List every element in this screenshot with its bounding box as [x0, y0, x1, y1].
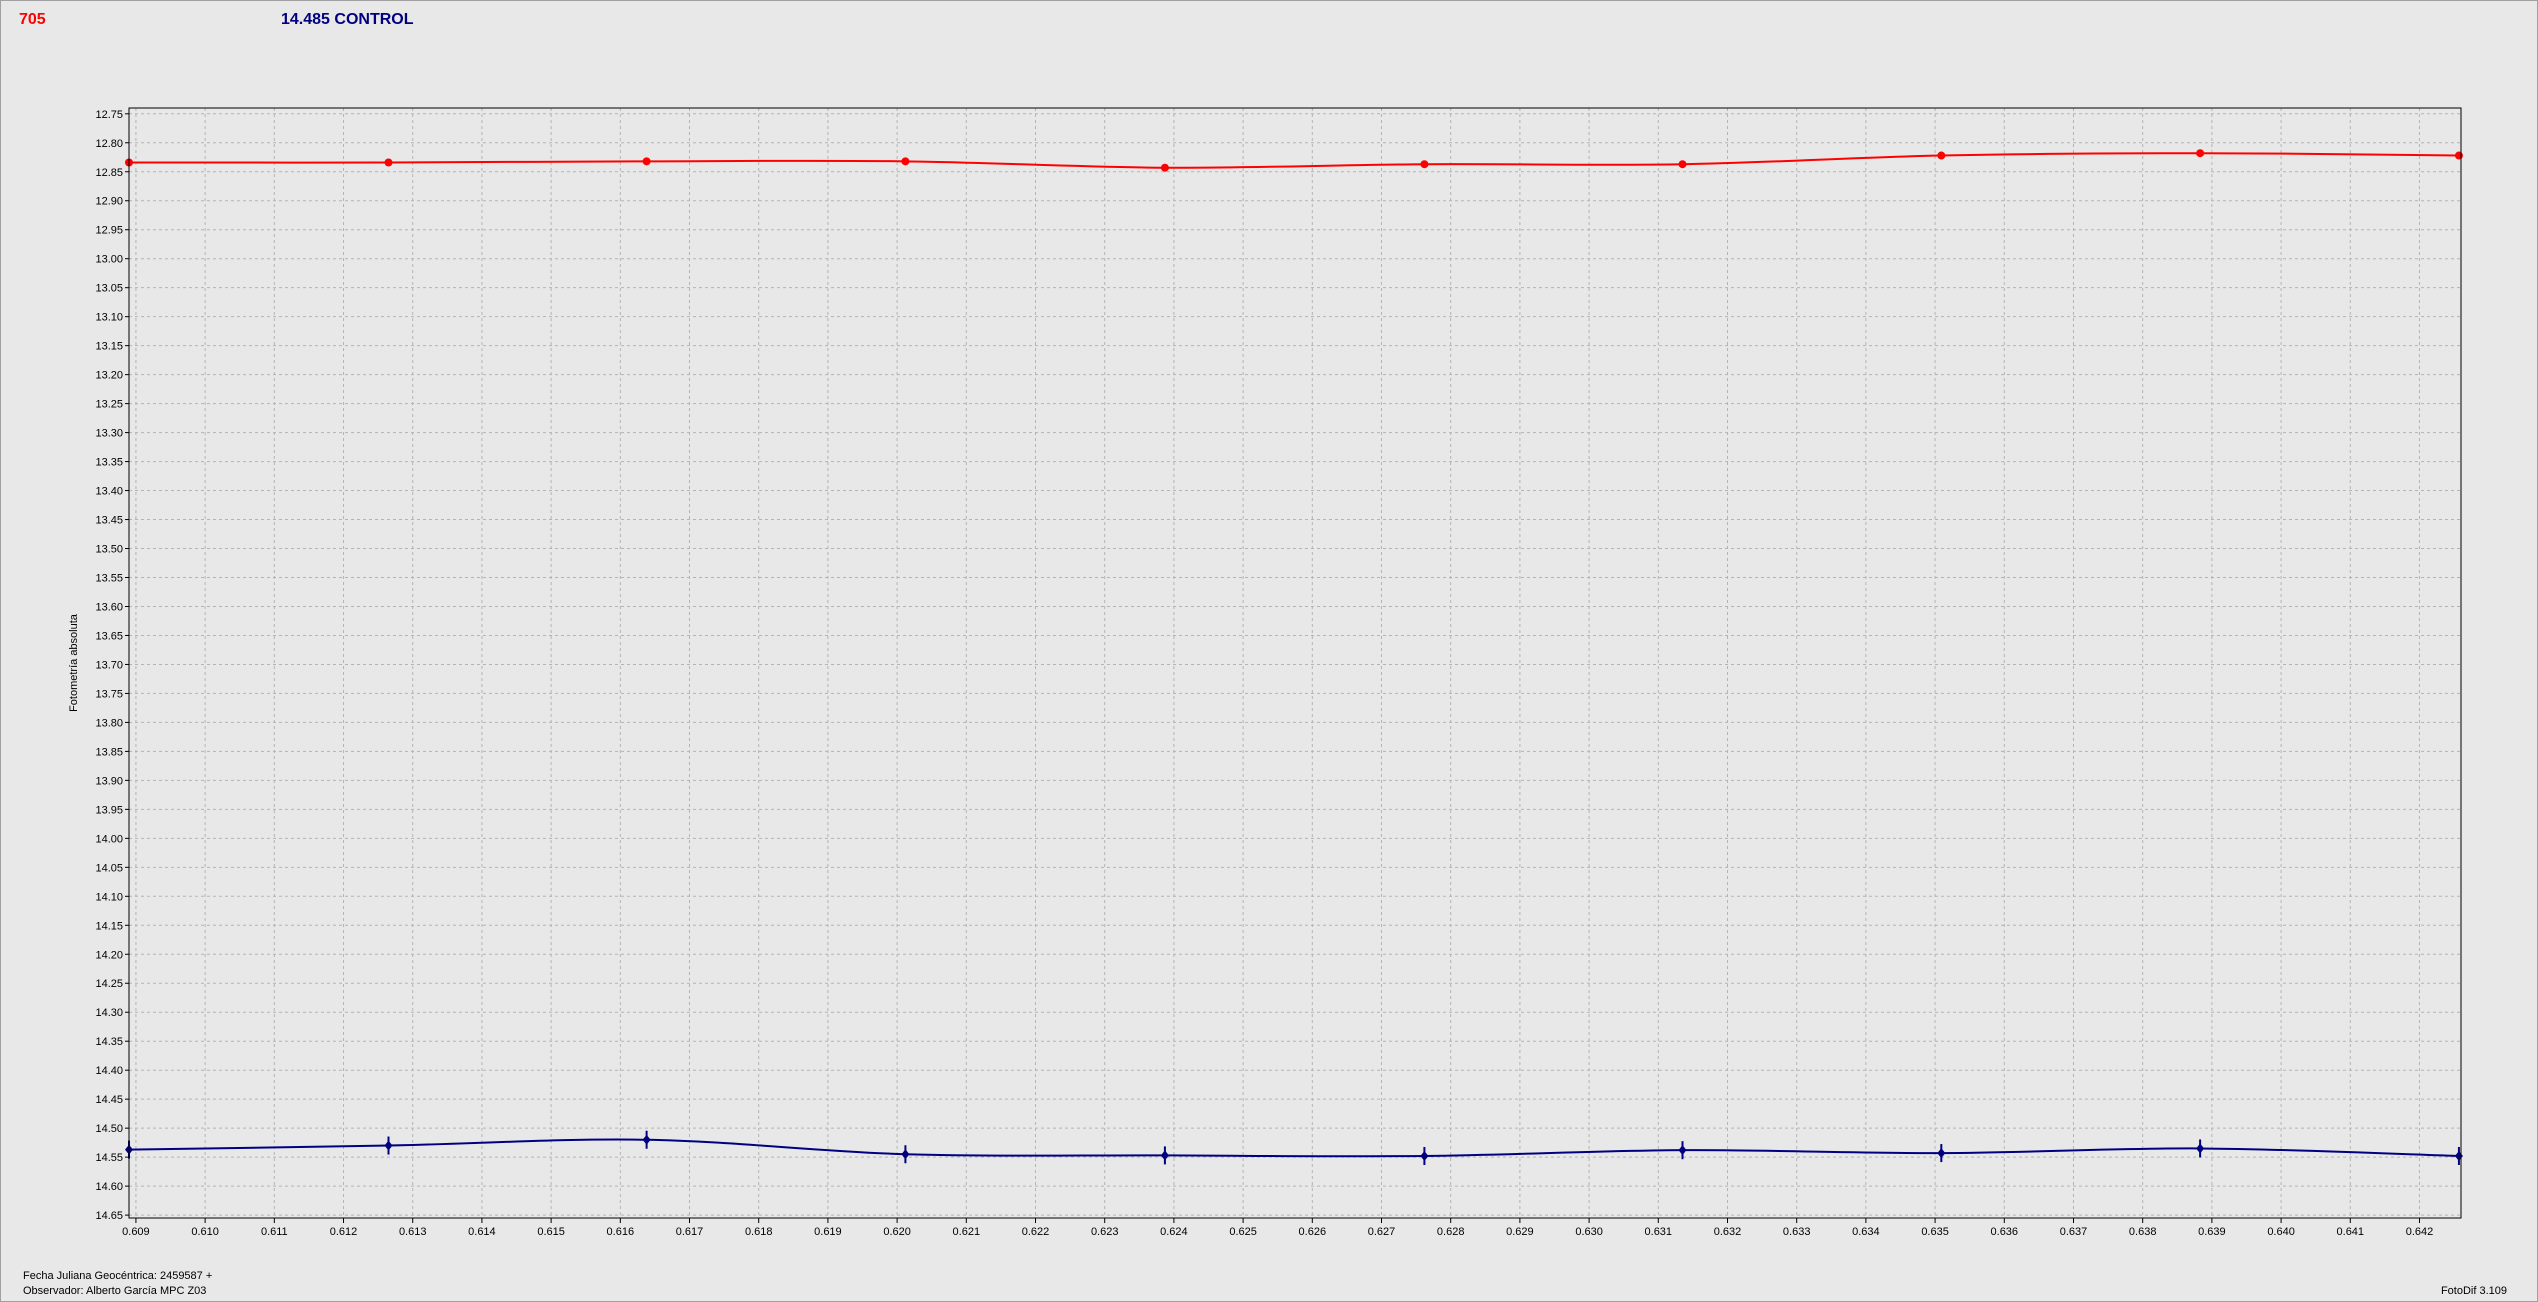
y-tick-label: 13.00	[95, 254, 123, 266]
julian-date-label: Fecha Juliana Geocéntrica: 2459587 +	[23, 1270, 213, 1282]
y-tick-label: 13.30	[95, 428, 123, 440]
x-tick-label: 0.619	[814, 1226, 842, 1238]
y-tick-label: 14.65	[95, 1210, 123, 1222]
y-tick-label: 13.05	[95, 283, 123, 295]
observer-label: Observador: Alberto García MPC Z03	[23, 1285, 207, 1297]
y-tick-label: 13.35	[95, 457, 123, 469]
y-tick-label: 13.65	[95, 630, 123, 642]
y-axis-ticks: 12.75 12.80 12.85 12.90 12.95 13.00 13.05 13.10…	[95, 109, 129, 1222]
x-tick-label: 0.625	[1229, 1226, 1257, 1238]
x-tick-label: 0.636	[1991, 1226, 2019, 1238]
plot-area	[129, 108, 2461, 1218]
x-tick-label: 0.634	[1852, 1226, 1880, 1238]
y-axis-label: Fotometría absoluta	[68, 613, 80, 712]
y-tick-label: 13.85	[95, 746, 123, 758]
x-tick-label: 0.615	[537, 1226, 565, 1238]
y-tick-label: 14.55	[95, 1152, 123, 1164]
x-tick-label: 0.641	[2337, 1226, 2365, 1238]
y-tick-label: 14.10	[95, 891, 123, 903]
x-tick-label: 0.635	[1921, 1226, 1949, 1238]
x-tick-label: 0.621	[953, 1226, 981, 1238]
x-tick-label: 0.610	[191, 1226, 219, 1238]
y-tick-label: 12.85	[95, 167, 123, 179]
y-tick-label: 13.70	[95, 659, 123, 671]
y-tick-label: 14.20	[95, 949, 123, 961]
y-tick-label: 14.40	[95, 1065, 123, 1077]
x-tick-label: 0.633	[1783, 1226, 1811, 1238]
data-point	[1678, 160, 1687, 169]
x-tick-label: 0.618	[745, 1226, 773, 1238]
x-tick-label: 0.631	[1645, 1226, 1673, 1238]
y-tick-label: 13.55	[95, 573, 123, 585]
data-point	[2454, 151, 2463, 160]
y-tick-label: 13.95	[95, 804, 123, 816]
x-tick-label: 0.623	[1091, 1226, 1119, 1238]
x-tick-label: 0.638	[2129, 1226, 2157, 1238]
x-tick-label: 0.629	[1506, 1226, 1534, 1238]
x-axis-ticks: 0.609 0.610 0.611 0.612 0.613 0.614 0.615 0.616…	[122, 1218, 2433, 1238]
data-point	[1160, 163, 1169, 172]
x-tick-label: 0.612	[330, 1226, 358, 1238]
y-tick-label: 14.25	[95, 978, 123, 990]
y-tick-label: 12.80	[95, 138, 123, 150]
data-point	[642, 157, 651, 166]
y-tick-label: 13.15	[95, 341, 123, 353]
y-tick-label: 14.50	[95, 1123, 123, 1135]
x-tick-label: 0.640	[2267, 1226, 2295, 1238]
y-tick-label: 12.90	[95, 196, 123, 208]
data-point	[1937, 151, 1946, 160]
y-tick-label: 14.60	[95, 1181, 123, 1193]
x-tick-label: 0.628	[1437, 1226, 1465, 1238]
y-tick-label: 13.25	[95, 399, 123, 411]
data-point	[384, 158, 393, 167]
chart-window: 705 14.485 CONTROL 12.75 12.80 12.85 12.90 1…	[0, 0, 2538, 1302]
x-tick-label: 0.611	[261, 1226, 288, 1238]
data-point	[901, 157, 910, 166]
y-tick-label: 13.50	[95, 544, 123, 556]
y-tick-label: 13.75	[95, 688, 123, 700]
x-tick-label: 0.630	[1575, 1226, 1603, 1238]
photometry-chart: 12.75 12.80 12.85 12.90 12.95 13.00 13.05 13.10…	[68, 107, 2463, 1238]
data-point	[1420, 160, 1429, 169]
x-tick-label: 0.632	[1714, 1226, 1742, 1238]
y-tick-label: 13.90	[95, 775, 123, 787]
y-tick-label: 13.80	[95, 717, 123, 729]
x-tick-label: 0.620	[883, 1226, 911, 1238]
x-tick-label: 0.613	[399, 1226, 427, 1238]
y-tick-label: 12.95	[95, 225, 123, 237]
x-tick-label: 0.626	[1299, 1226, 1327, 1238]
y-tick-label: 14.30	[95, 1007, 123, 1019]
y-tick-label: 14.45	[95, 1094, 123, 1106]
x-tick-label: 0.616	[607, 1226, 635, 1238]
y-tick-label: 14.35	[95, 1036, 123, 1048]
x-tick-label: 0.609	[122, 1226, 150, 1238]
x-tick-label: 0.622	[1022, 1226, 1050, 1238]
x-tick-label: 0.642	[2406, 1226, 2434, 1238]
x-tick-label: 0.627	[1368, 1226, 1396, 1238]
data-point	[2196, 149, 2205, 158]
y-tick-label: 12.75	[95, 109, 123, 121]
x-tick-label: 0.617	[676, 1226, 704, 1238]
x-tick-label: 0.624	[1160, 1226, 1188, 1238]
app-version: FotoDif 3.109	[2440, 1285, 2507, 1297]
x-tick-label: 0.614	[468, 1226, 496, 1238]
y-tick-label: 13.20	[95, 370, 123, 382]
x-tick-label: 0.637	[2060, 1226, 2088, 1238]
y-tick-label: 13.40	[95, 486, 123, 498]
y-tick-label: 13.60	[95, 601, 123, 613]
x-tick-label: 0.639	[2198, 1226, 2226, 1238]
y-tick-label: 14.05	[95, 862, 123, 874]
y-tick-label: 13.45	[95, 515, 123, 527]
y-tick-label: 13.10	[95, 312, 123, 324]
y-tick-label: 14.15	[95, 920, 123, 932]
y-tick-label: 14.00	[95, 833, 123, 845]
